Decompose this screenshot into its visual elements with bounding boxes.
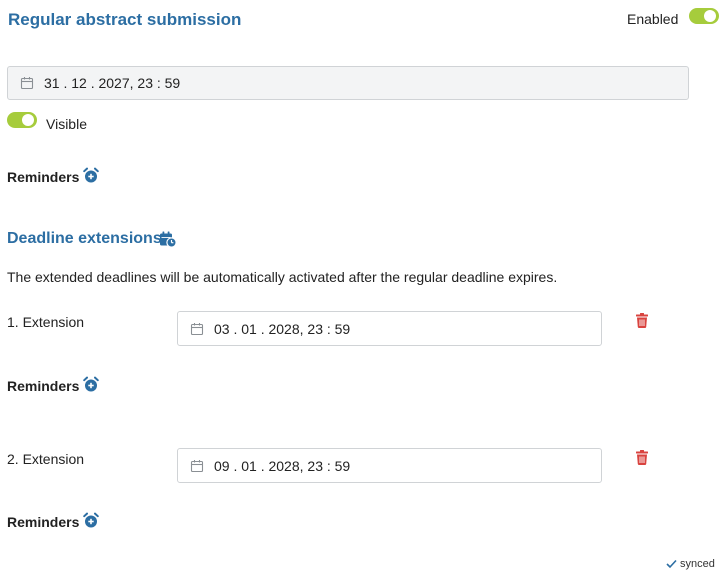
calendar-icon [190, 459, 204, 472]
extension-1-reminders-label: Reminders [7, 378, 80, 394]
regular-reminders-label: Reminders [7, 169, 80, 185]
extension-2-label: 2. Extension [7, 451, 85, 467]
visible-toggle[interactable] [7, 112, 37, 128]
regular-deadline-input[interactable]: 31 . 12 . 2027, 23 : 59 [7, 66, 689, 100]
check-icon [666, 559, 677, 569]
regular-submission-title: Regular abstract submission [8, 10, 242, 29]
calendar-icon [20, 77, 34, 90]
alarm-clock-plus-icon[interactable] [83, 512, 99, 534]
regular-deadline-value: 31 . 12 . 2027, 23 : 59 [44, 75, 181, 91]
extension-1-deadline-value: 03 . 01 . 2028, 23 : 59 [214, 320, 351, 337]
toggle-knob [704, 10, 716, 22]
toggle-knob [22, 114, 34, 126]
extension-2-reminders-label: Reminders [7, 514, 80, 530]
sync-status: synced [666, 558, 715, 570]
trash-icon[interactable] [636, 450, 648, 470]
extension-2-deadline-input[interactable]: 09 . 01 . 2028, 23 : 59 [177, 448, 602, 483]
enabled-toggle[interactable] [689, 8, 719, 24]
enabled-label: Enabled [627, 11, 679, 27]
extension-1-deadline-input[interactable]: 03 . 01 . 2028, 23 : 59 [177, 311, 602, 346]
alarm-clock-plus-icon[interactable] [83, 376, 99, 398]
calendar-clock-icon[interactable] [159, 231, 177, 253]
extension-2-deadline-value: 09 . 01 . 2028, 23 : 59 [214, 457, 351, 474]
alarm-clock-plus-icon[interactable] [83, 167, 99, 189]
deadline-extensions-title: Deadline extensions [7, 230, 162, 247]
extensions-description: The extended deadlines will be automatic… [7, 269, 558, 285]
visible-label: Visible [46, 116, 87, 132]
synced-label: synced [680, 558, 715, 570]
trash-icon[interactable] [636, 313, 648, 333]
calendar-icon [190, 322, 204, 335]
extension-1-label: 1. Extension [7, 314, 85, 330]
